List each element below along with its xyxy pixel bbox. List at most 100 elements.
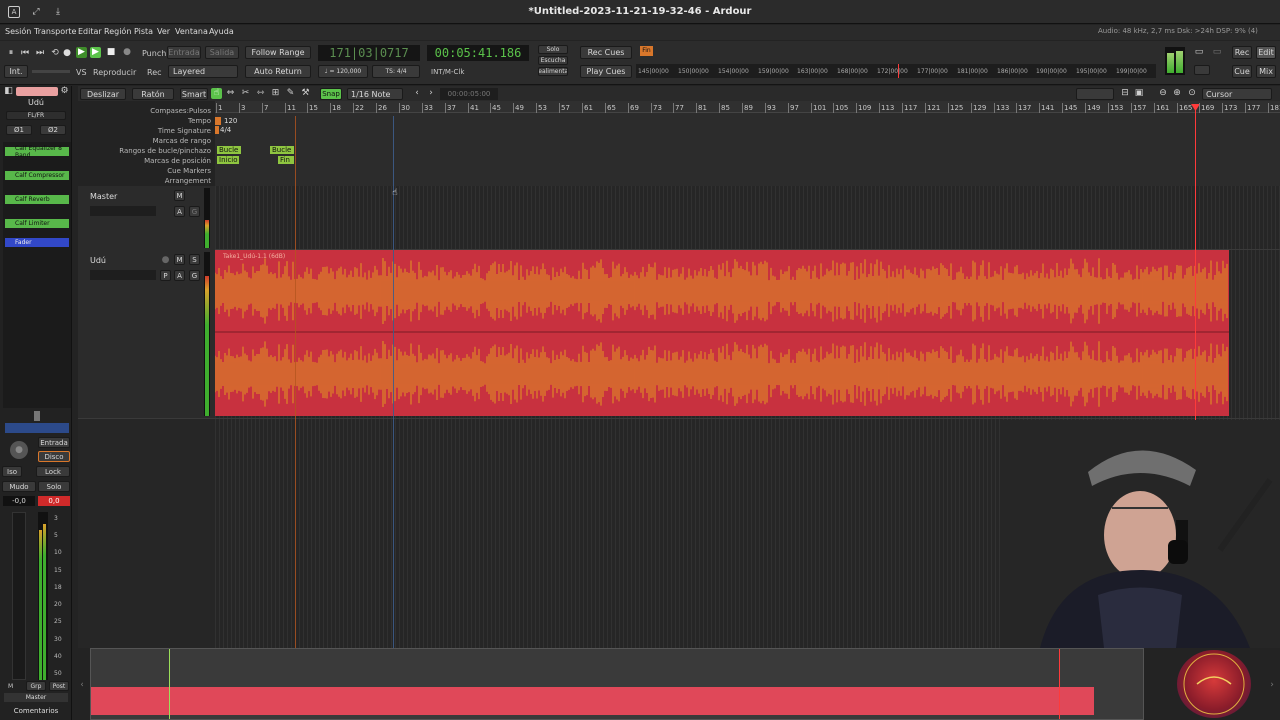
strip-comments-button[interactable]: Comentarios [2, 705, 70, 717]
edit-window-button[interactable]: Edit [1256, 46, 1276, 59]
shrink-tracks-icon[interactable]: ⊟ [1120, 88, 1130, 99]
strip-name[interactable]: Udú [0, 98, 72, 107]
goto-end-icon[interactable]: ⏭ [35, 48, 45, 58]
udu-playlist-button[interactable]: P [160, 270, 171, 281]
rec-enable-icon[interactable]: ● [122, 47, 132, 57]
window-restore-icon[interactable]: ▭ [1212, 47, 1222, 57]
time-clock[interactable]: 00:05:41.186 [427, 45, 529, 61]
edit-mode-select[interactable]: Deslizar [80, 88, 126, 100]
bbt-clock[interactable]: 171|03|0717 [318, 45, 420, 61]
nudge-clock[interactable]: 00:00:05:00 [440, 88, 498, 100]
peak-display[interactable]: 0,0 [38, 496, 70, 506]
feedback-button[interactable]: Realimentac [538, 67, 568, 76]
strip-output-label[interactable]: Master [4, 693, 68, 702]
master-mute-button[interactable]: M [174, 190, 185, 201]
pan-knob[interactable] [34, 411, 40, 421]
play-range-icon[interactable]: ▶ [76, 47, 87, 58]
cue-window-button[interactable]: Cue [1232, 65, 1252, 78]
strip-post-button[interactable]: Post [49, 681, 69, 691]
record-icon[interactable]: ● [62, 48, 72, 58]
plugin-equalizer[interactable]: Calf Equalizer 8 Band [5, 145, 69, 159]
strip-meter-point[interactable]: M [8, 683, 13, 690]
tempo-marker[interactable] [215, 117, 221, 125]
solo-strip-button[interactable]: Solo [38, 481, 70, 492]
strip-rec-button[interactable] [16, 87, 58, 96]
play-icon[interactable]: ▶ [90, 47, 101, 58]
udu-group-button[interactable]: G [189, 270, 200, 281]
master-track-name[interactable]: Master [90, 192, 117, 201]
time-sig-display[interactable]: TS: 4/4 [372, 65, 420, 78]
summary-pane[interactable] [90, 648, 1144, 720]
shuttle-slider[interactable] [32, 70, 70, 73]
goto-start-icon[interactable]: ⏮ [20, 48, 30, 58]
grid-tool-icon[interactable]: ⊞ [270, 88, 281, 99]
strip-group-button[interactable]: Grp [26, 681, 46, 691]
master-automation-button[interactable]: A [174, 206, 185, 217]
monitor-input-button[interactable]: Entrada [38, 437, 70, 448]
session-end-marker[interactable]: Fin [278, 156, 294, 164]
solo-button[interactable]: Solo [538, 45, 568, 54]
grid-type-select[interactable]: 1/16 Note [347, 88, 403, 100]
stop-icon[interactable]: ■ [106, 47, 116, 57]
master-name-field[interactable] [90, 206, 156, 216]
visible-tracks-icon[interactable]: ▣ [1134, 88, 1144, 99]
play-cues-button[interactable]: Play Cues [580, 65, 632, 78]
udu-rec-arm-icon[interactable]: ● [160, 255, 171, 266]
smart-mode-button[interactable]: Smart [180, 88, 208, 100]
zoom-focus-cursor-select[interactable]: Cursor [1202, 88, 1272, 100]
udu-mute-button[interactable]: M [174, 254, 185, 265]
zoom-session-icon[interactable]: ⊙ [1187, 88, 1197, 99]
udu-track-name[interactable]: Udú [90, 256, 106, 265]
vs-label[interactable]: VS [76, 68, 87, 77]
plugin-fader[interactable]: Fader [5, 238, 69, 247]
rec-window-button[interactable]: Rec [1232, 46, 1252, 59]
snap-button[interactable]: Snap [320, 88, 342, 100]
ruler-area[interactable] [215, 101, 1280, 186]
audio-region[interactable]: Take1_Udú-1.1 (6dB) [215, 250, 1229, 416]
udu-automation-button[interactable]: A [174, 270, 185, 281]
nudge-back-icon[interactable]: ‹ [412, 88, 422, 99]
menu-transporte[interactable]: Transporte [34, 27, 76, 36]
gain-display[interactable]: -0,0 [3, 496, 35, 506]
punch-out-button[interactable]: Salida [205, 46, 239, 59]
gain-fader[interactable] [12, 512, 26, 680]
plugin-reverb[interactable]: Calf Reverb [5, 195, 69, 204]
input-monitor-knob-icon[interactable]: ● [10, 441, 28, 459]
range-tool-icon[interactable]: ⇔ [225, 88, 236, 99]
content-tool-icon[interactable]: ⚒ [300, 88, 311, 99]
menu-sesion[interactable]: Sesión [5, 27, 31, 36]
nudge-forward-icon[interactable]: › [426, 88, 436, 99]
pan-slider[interactable] [5, 423, 69, 433]
summary-scroll-left-icon[interactable]: ‹ [78, 680, 86, 690]
auto-return-button[interactable]: Auto Return [245, 65, 311, 78]
rec-cues-button[interactable]: Rec Cues [580, 46, 632, 59]
strip-rec-icon[interactable]: ◧ [4, 87, 13, 96]
phase-invert-1[interactable]: Ø1 [6, 125, 32, 135]
record-mode-select[interactable]: Layered [168, 65, 238, 78]
internal-sync-button[interactable]: Int. [4, 65, 28, 78]
timesig-marker[interactable] [215, 126, 219, 134]
punch-in-button[interactable]: Entrada [167, 46, 201, 59]
midi-panic-icon[interactable]: ⏸ [6, 48, 16, 58]
menu-ayuda[interactable]: Ayuda [209, 27, 234, 36]
stretch-tool-icon[interactable]: ⇿ [255, 88, 266, 99]
monitor-disk-button[interactable]: Disco [38, 451, 70, 462]
loop-start-marker[interactable]: Bucle [217, 146, 241, 154]
loop-icon[interactable]: ⟲ [50, 48, 60, 58]
follow-range-button[interactable]: Follow Range [245, 46, 311, 59]
menu-editar[interactable]: Editar [78, 27, 102, 36]
phase-invert-2[interactable]: Ø2 [40, 125, 66, 135]
session-start-marker[interactable]: Inicio [217, 156, 239, 164]
plugin-limiter[interactable]: Calf Limiter [5, 219, 69, 228]
plugin-compressor[interactable]: Calf Compressor [5, 171, 69, 180]
mute-button[interactable]: Mudo [2, 481, 36, 492]
cut-tool-icon[interactable]: ✂ [240, 88, 251, 99]
zoom-in-icon[interactable]: ⊕ [1172, 88, 1182, 99]
grab-tool-icon[interactable]: ☝ [211, 88, 222, 99]
menu-region[interactable]: Región [104, 27, 131, 36]
listen-button[interactable]: Escucha [538, 56, 568, 65]
udu-solo-button[interactable]: S [189, 254, 200, 265]
ripple-mode-select[interactable]: Ratón [132, 88, 174, 100]
zoom-out-icon[interactable]: ⊖ [1158, 88, 1168, 99]
play-mode-label[interactable]: Reproducir [93, 68, 136, 77]
